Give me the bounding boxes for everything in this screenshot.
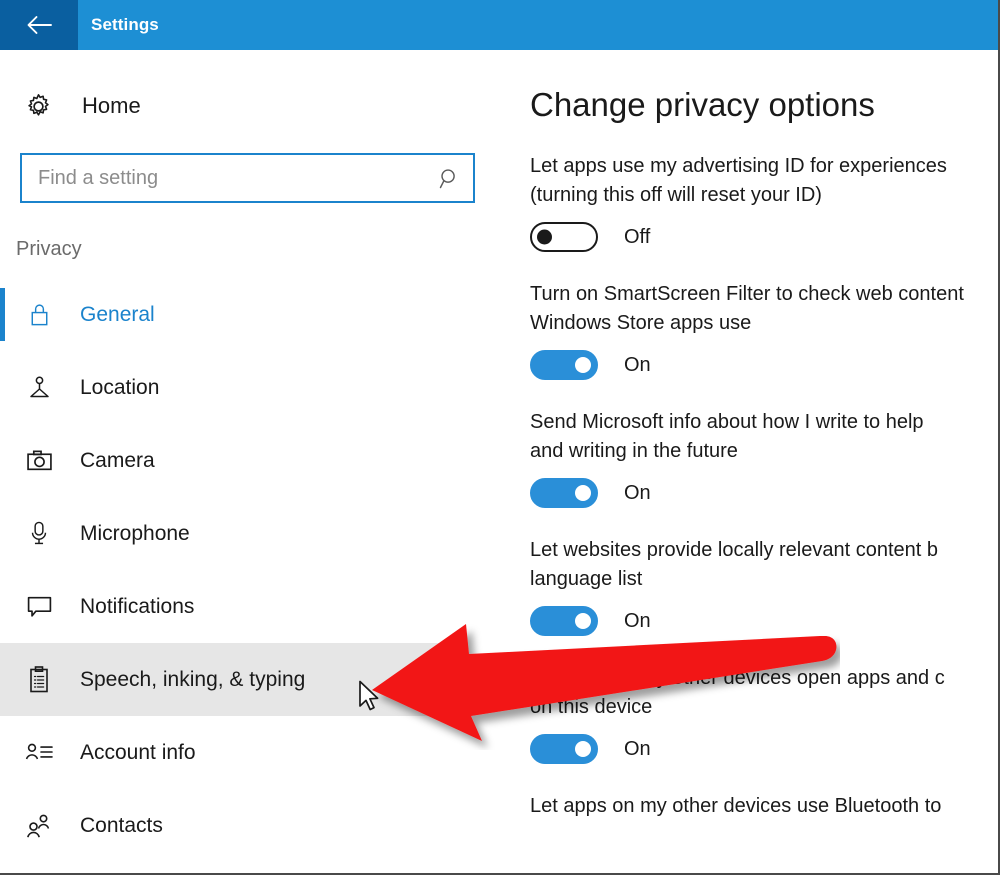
sidebar-item-label: Account info: [80, 741, 196, 765]
speech-bubble-icon: [16, 594, 62, 619]
setting-bluetooth-other-devices: Let apps on my other devices use Bluetoo…: [530, 792, 1000, 821]
toggle-row: On: [530, 606, 1000, 636]
toggle-state-label: On: [624, 482, 651, 505]
window-title: Settings: [91, 15, 159, 35]
sidebar-item-account-info[interactable]: Account info: [0, 716, 500, 789]
sidebar-item-home[interactable]: Home: [0, 80, 470, 132]
toggle-row: On: [530, 734, 1000, 764]
page-title: Change privacy options: [530, 86, 1000, 124]
gear-icon: [12, 93, 64, 120]
toggle-knob: [575, 613, 591, 629]
toggle-state-label: On: [624, 610, 651, 633]
setting-description: Let apps use my advertising ID for exper…: [530, 152, 1000, 210]
sidebar-item-label: Microphone: [80, 522, 190, 546]
sidebar-item-speech-inking-typing[interactable]: Speech, inking, & typing: [0, 643, 466, 716]
content-pane: Change privacy options Let apps use my a…: [500, 50, 1000, 875]
setting-writing-info: Send Microsoft info about how I write to…: [530, 408, 1000, 508]
sidebar-nav-list: General Location: [0, 278, 500, 862]
sidebar-section-label: Privacy: [16, 238, 82, 261]
toggle-row: On: [530, 478, 1000, 508]
clipboard-icon: [16, 666, 62, 694]
people-icon: [16, 813, 62, 839]
sidebar-item-notifications[interactable]: Notifications: [0, 570, 500, 643]
home-label: Home: [82, 93, 141, 119]
toggle-row: On: [530, 350, 1000, 380]
writing-info-toggle[interactable]: [530, 478, 598, 508]
sidebar-item-label: Contacts: [80, 814, 163, 838]
sidebar-item-label: General: [80, 303, 155, 327]
toggle-state-label: On: [624, 354, 651, 377]
lock-icon: [16, 301, 62, 328]
setting-description: Turn on SmartScreen Filter to check web …: [530, 280, 1000, 338]
search-box[interactable]: [20, 153, 475, 203]
back-button[interactable]: [0, 0, 78, 50]
back-arrow-icon: [26, 14, 52, 36]
sidebar-item-label: Camera: [80, 449, 155, 473]
setting-language-list: Let websites provide locally relevant co…: [530, 536, 1000, 636]
camera-icon: [16, 449, 62, 472]
toggle-knob: [537, 230, 552, 245]
sidebar-item-location[interactable]: Location: [0, 351, 500, 424]
settings-window: Settings Home Privacy: [0, 0, 1000, 875]
setting-description: Let websites provide locally relevant co…: [530, 536, 1000, 594]
advertising-id-toggle[interactable]: [530, 222, 598, 252]
search-input[interactable]: [22, 167, 425, 190]
person-list-icon: [16, 741, 62, 764]
toggle-state-label: Off: [624, 226, 650, 249]
sidebar-item-general[interactable]: General: [0, 278, 500, 351]
setting-description: Let apps on my other devices open apps a…: [530, 664, 1000, 722]
setting-open-apps-other-devices: Let apps on my other devices open apps a…: [530, 664, 1000, 764]
search-icon[interactable]: [425, 167, 473, 190]
setting-description: Let apps on my other devices use Bluetoo…: [530, 792, 1000, 821]
setting-advertising-id: Let apps use my advertising ID for exper…: [530, 152, 1000, 252]
sidebar-item-label: Location: [80, 376, 159, 400]
setting-description: Send Microsoft info about how I write to…: [530, 408, 1000, 466]
toggle-row: Off: [530, 222, 1000, 252]
sidebar-item-microphone[interactable]: Microphone: [0, 497, 500, 570]
sidebar-item-label: Notifications: [80, 595, 194, 619]
selection-indicator: [0, 288, 5, 341]
sidebar: Home Privacy G: [0, 50, 500, 875]
sidebar-item-camera[interactable]: Camera: [0, 424, 500, 497]
language-list-toggle[interactable]: [530, 606, 598, 636]
toggle-knob: [575, 357, 591, 373]
setting-smartscreen-filter: Turn on SmartScreen Filter to check web …: [530, 280, 1000, 380]
smartscreen-filter-toggle[interactable]: [530, 350, 598, 380]
sidebar-item-label: Speech, inking, & typing: [80, 668, 305, 692]
open-apps-other-devices-toggle[interactable]: [530, 734, 598, 764]
toggle-knob: [575, 485, 591, 501]
toggle-knob: [575, 741, 591, 757]
location-pin-icon: [16, 375, 62, 401]
sidebar-item-contacts[interactable]: Contacts: [0, 789, 500, 862]
microphone-icon: [16, 520, 62, 547]
title-bar: Settings: [0, 0, 1000, 50]
toggle-state-label: On: [624, 738, 651, 761]
